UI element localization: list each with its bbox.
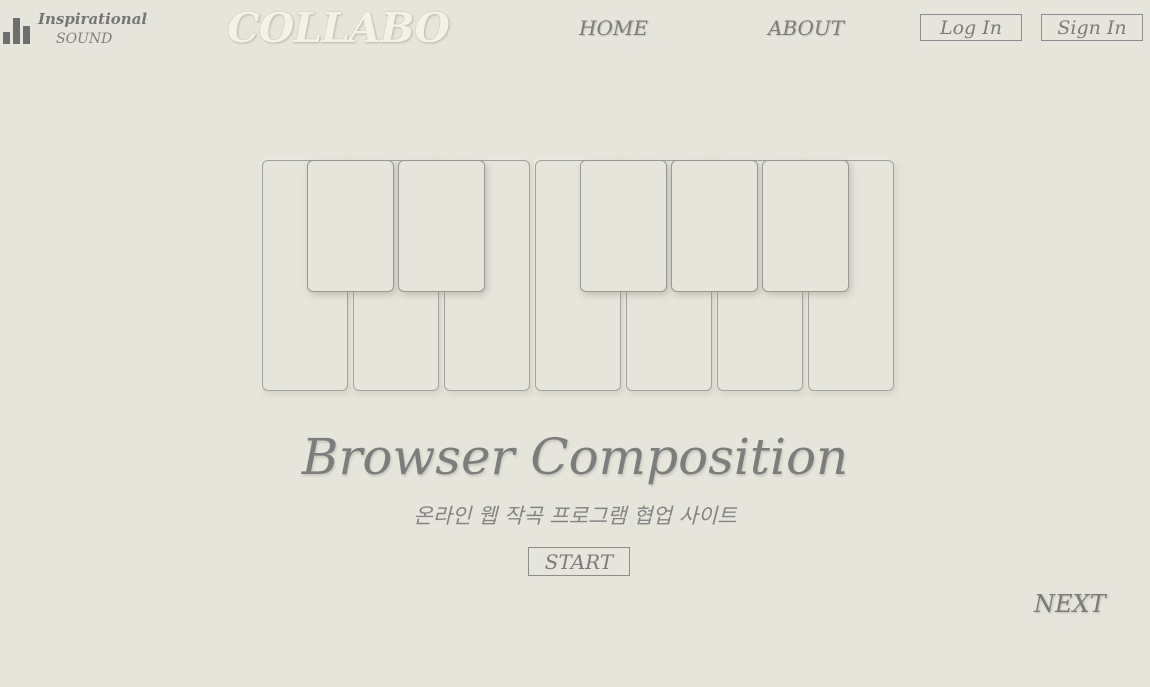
black-key[interactable] [580, 160, 667, 292]
black-key[interactable] [762, 160, 849, 292]
logo[interactable]: Inspirational SOUND [3, 8, 147, 52]
black-key[interactable] [398, 160, 485, 292]
next-link[interactable]: NEXT [1034, 590, 1106, 618]
hero-title: Browser Composition [301, 428, 849, 486]
hero-subtitle: 온라인 웹 작곡 프로그램 협업 사이트 [413, 504, 737, 528]
brand-title[interactable]: COLLABO [227, 4, 450, 52]
black-key[interactable] [307, 160, 394, 292]
logo-subtitle: SOUND [56, 31, 113, 47]
piano-keyboard [262, 160, 896, 392]
bar-chart-icon [3, 16, 33, 44]
signin-button[interactable]: Sign In [1041, 14, 1143, 41]
logo-title: Inspirational [38, 10, 148, 28]
nav-home-link[interactable]: HOME [579, 16, 648, 40]
login-button[interactable]: Log In [920, 14, 1022, 41]
black-key[interactable] [671, 160, 758, 292]
nav-about-link[interactable]: ABOUT [768, 16, 844, 40]
start-button[interactable]: START [528, 547, 630, 576]
